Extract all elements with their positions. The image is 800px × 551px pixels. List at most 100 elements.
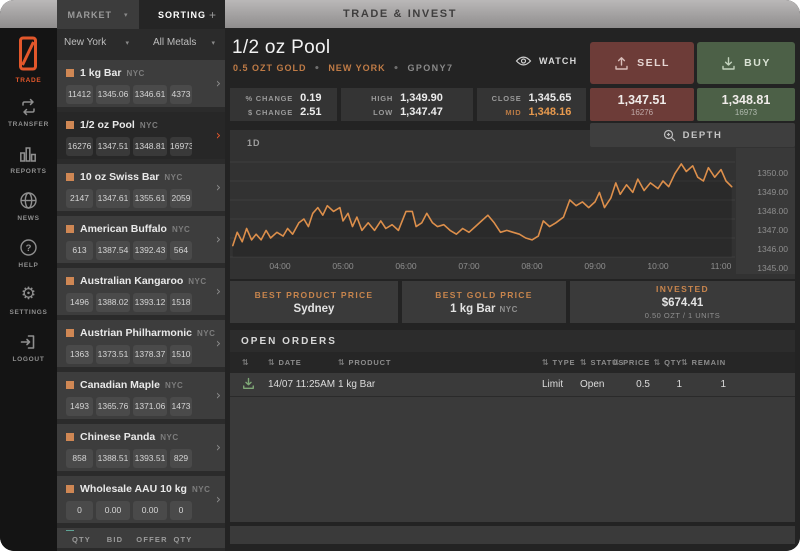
offer-chip: 1393.12	[133, 293, 167, 312]
bid-quote-button[interactable]: 1,347.51 16276	[590, 88, 694, 121]
best-gold-price-label: BEST GOLD PRICE	[435, 289, 533, 300]
sidebar-item-logout[interactable]: LOGOUT	[12, 332, 44, 363]
market-list-item[interactable]: 1/2 oz Pool NYC 16276 1347.51 1348.81 16973 ›	[57, 112, 225, 159]
market-list-item[interactable]: Wholesale AAU 10 kg NYC 0 0.00 0.00 0 ›	[57, 476, 225, 523]
instrument-subtitle: 0.5 OZT GOLD • NEW YORK • GPONY7	[233, 63, 453, 74]
orders-sort-price[interactable]: ⇅ PRICE	[612, 358, 650, 367]
buy-button[interactable]: BUY	[697, 42, 795, 84]
open-order-row[interactable]: 14/07 11:25AM 1 kg Bar Limit Open 0.5 1 1	[230, 373, 795, 397]
watch-button[interactable]: WATCH	[515, 52, 577, 70]
svg-text:1346.00: 1346.00	[757, 244, 788, 254]
market-list-item[interactable]: 10 oz Swiss Bar NYC 2147 1347.61 1355.61 2059…	[57, 164, 225, 211]
sidebar-label-help: HELP	[18, 262, 39, 269]
svg-text:11:00: 11:00	[711, 261, 732, 271]
chevron-right-icon: ›	[215, 76, 221, 91]
ask-quote-button[interactable]: 1,348.81 16973	[697, 88, 795, 121]
footer-qty-bid-label: QTY	[71, 535, 92, 544]
open-orders-empty-area	[230, 397, 795, 522]
open-orders-title: OPEN ORDERS	[230, 330, 795, 352]
market-list-item[interactable]: Chinese Panda NYC 858 1388.51 1393.51 829 ›	[57, 424, 225, 471]
exchange-label: NYC	[126, 68, 145, 78]
sidebar-item-transfer[interactable]: TRANSFER	[8, 97, 49, 128]
instrument-market: NEW YORK	[328, 63, 386, 73]
chevron-right-icon: ›	[215, 232, 221, 247]
sidebar-item-settings[interactable]: ⚙ SETTINGS	[9, 284, 47, 317]
market-list-item[interactable]: Austrian Philharmonic NYC 1363 1373.51 1378.…	[57, 320, 225, 367]
sort-icon: ⇅	[612, 358, 621, 367]
market-list-item[interactable]: Canadian Maple NYC 1493 1365.76 1371.06 1473 ›	[57, 372, 225, 419]
svg-text:05:00: 05:00	[332, 261, 354, 271]
sidebar-item-news[interactable]: NEWS	[17, 191, 39, 222]
metal-square-icon	[66, 69, 74, 77]
footer-bid-label: BID	[106, 535, 124, 544]
bar-chart-icon	[19, 144, 37, 163]
globe-icon	[19, 191, 38, 210]
chevron-right-icon: ›	[215, 128, 221, 143]
orders-sort-status[interactable]: ⇅ STATUS	[580, 358, 623, 367]
high-low-stat-box: HIGH 1,349.90 LOW 1,347.47	[341, 88, 473, 121]
product-name: Australian Kangaroo	[80, 275, 184, 287]
orders-sort-product[interactable]: ⇅ PRODUCT	[338, 358, 542, 367]
sidebar-item-reports[interactable]: REPORTS	[10, 144, 46, 175]
orders-sort-type[interactable]: ⇅ TYPE	[542, 358, 580, 367]
gear-icon: ⚙	[20, 284, 37, 304]
orders-sort-qty[interactable]: ⇅ QTY	[650, 358, 682, 367]
sell-button[interactable]: SELL	[590, 42, 694, 84]
exchange-label: NYC	[171, 224, 191, 234]
close-mid-stat-box: CLOSE 1,345.65 MID 1,348.16	[477, 88, 586, 121]
order-price: 0.5	[636, 379, 650, 390]
best-gold-price-value: 1 kg Bar NYC	[450, 302, 518, 315]
sell-upload-icon	[615, 56, 628, 70]
exchange-label: NYC	[160, 432, 179, 442]
mid-value: 1,348.16	[528, 105, 572, 118]
metal-square-icon	[66, 173, 74, 181]
chevron-right-icon: ›	[215, 440, 221, 455]
metal-filter-dropdown[interactable]: All Metals ▾	[139, 37, 225, 48]
transfer-icon	[19, 97, 38, 116]
orders-column-label: PRODUCT	[348, 358, 392, 367]
tab-sorting-label: SORTING	[157, 9, 206, 20]
offer-chip: 1393.51	[133, 449, 167, 468]
orders-sort-remain[interactable]: ⇅ REMAIN	[681, 358, 726, 367]
market-list-item[interactable]: American Buffalo NYC 613 1387.54 1392.43 564 ›	[57, 216, 225, 263]
sort-icon: ⇅	[681, 358, 689, 367]
svg-text:04:00: 04:00	[269, 261, 291, 271]
tab-market[interactable]: MARKET ▾	[57, 0, 139, 29]
sort-icon: ⇅	[542, 358, 550, 367]
trade-logo-icon	[17, 36, 39, 72]
best-product-price-box: BEST PRODUCT PRICE Sydney	[230, 281, 398, 323]
exchange-label: NYC	[164, 380, 184, 390]
sidebar-label-news: NEWS	[17, 215, 40, 222]
market-list-item[interactable]: Australian Kangaroo NYC 1496 1388.02 1393.12…	[57, 268, 225, 315]
sidebar-item-help[interactable]: ? HELP	[18, 238, 38, 269]
order-product: 1 kg Bar	[338, 379, 376, 390]
orders-sort-icon[interactable]: ⇅	[242, 358, 268, 367]
region-filter-dropdown[interactable]: New York ▾	[57, 37, 139, 48]
order-buy-icon	[242, 377, 268, 393]
qty-offer-chip: 4373	[170, 85, 192, 104]
sort-icon: ⇅	[338, 358, 346, 367]
orders-sort-date[interactable]: ⇅ DATE	[268, 358, 338, 367]
market-list: 1 kg Bar NYC 11412 1345.06 1346.61 4373 › 1/2 o…	[57, 56, 225, 531]
qty-bid-chip: 1363	[66, 345, 93, 364]
exchange-label: NYC	[164, 172, 183, 182]
market-list-item[interactable]: 1 kg Bar NYC 11412 1345.06 1346.61 4373 ›	[57, 60, 225, 107]
main-content: 1/2 oz Pool 0.5 OZT GOLD • NEW YORK • GP…	[225, 28, 800, 551]
depth-button[interactable]: DEPTH	[590, 123, 795, 147]
high-value: 1,349.90	[400, 91, 443, 104]
product-name: Austrian Philharmonic	[80, 327, 193, 339]
orders-column-label: REMAIN	[691, 358, 726, 367]
sidebar-label-reports: REPORTS	[10, 168, 47, 175]
page-title: 1/2 oz Pool	[232, 37, 331, 58]
buy-download-icon	[722, 56, 735, 70]
metal-square-icon	[66, 329, 74, 337]
sidebar-item-trade[interactable]: TRADE	[16, 36, 42, 84]
offer-chip: 1371.06	[133, 397, 167, 416]
add-icon[interactable]: +	[209, 8, 217, 22]
chart-range-button[interactable]: 1D	[247, 138, 261, 148]
qty-bid-chip: 0	[66, 501, 93, 520]
sort-icon: ⇅	[268, 358, 276, 367]
tab-sorting[interactable]: SORTING +	[139, 0, 225, 29]
orders-column-label: TYPE	[552, 358, 576, 367]
offer-chip: 1355.61	[133, 189, 167, 208]
